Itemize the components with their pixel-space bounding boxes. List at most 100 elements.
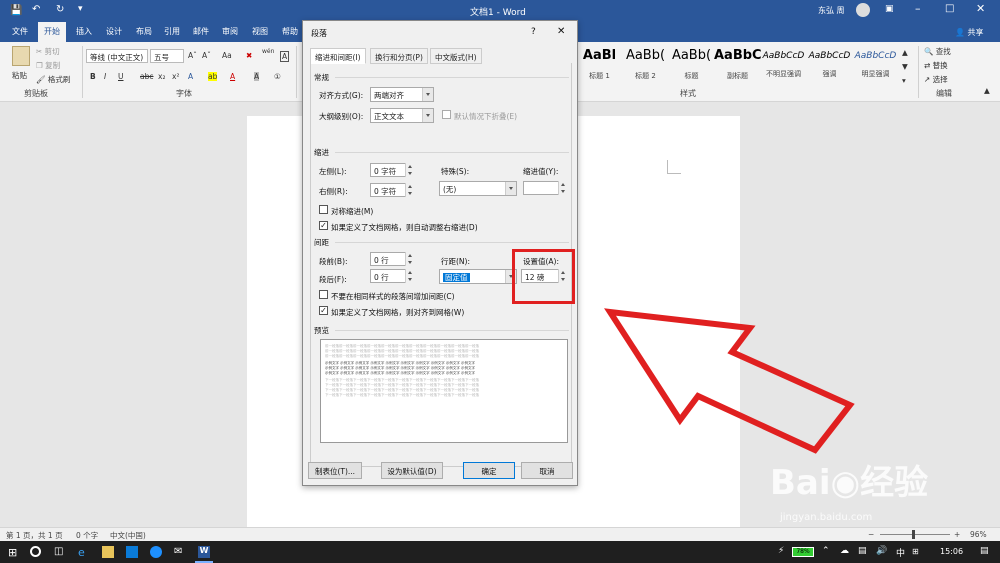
user-name[interactable]: 东弘 周 — [818, 5, 845, 16]
zoom-slider[interactable] — [880, 534, 950, 535]
grow-font-icon[interactable]: Aˆ — [188, 51, 197, 60]
tab-asian-typography[interactable]: 中文版式(H) — [430, 48, 482, 64]
spacing-after-spinner[interactable] — [405, 269, 414, 283]
outline-level-select[interactable]: 正文文本 — [370, 108, 434, 123]
tray-expand-icon[interactable]: ⌃ — [822, 546, 830, 556]
font-color-icon[interactable]: A — [230, 72, 235, 81]
phonetic-guide-button[interactable]: wén — [262, 48, 274, 55]
gallery-scroll-up-icon[interactable]: ▲ — [902, 48, 908, 57]
start-icon[interactable]: ⊞ — [8, 546, 20, 559]
ime-indicator[interactable]: 中 — [896, 546, 905, 559]
shrink-font-icon[interactable]: Aˇ — [202, 51, 211, 60]
volume-icon[interactable]: 🔊 — [876, 546, 887, 556]
style-heading2[interactable]: AaBb(标题 2 — [622, 48, 669, 86]
cancel-button[interactable]: 取消 — [521, 462, 573, 479]
style-subtitle[interactable]: AaBbC 副标题 — [714, 48, 761, 86]
tab-mailings[interactable]: 邮件 — [193, 26, 209, 37]
undo-icon[interactable]: ↶ — [32, 4, 40, 15]
dialog-close-icon[interactable]: ✕ — [557, 26, 565, 37]
indent-left-spinner[interactable] — [405, 163, 414, 177]
power-plug-icon[interactable]: ⚡ — [778, 546, 784, 556]
spacing-before-spinner[interactable] — [405, 252, 414, 266]
text-effects-icon[interactable]: A — [188, 72, 193, 81]
collapse-ribbon-icon[interactable]: ▲ — [984, 86, 990, 95]
file-explorer-icon[interactable] — [102, 546, 114, 558]
paste-button[interactable]: 粘贴 — [12, 70, 27, 81]
help-button[interactable]: ? — [531, 27, 536, 37]
indent-right-spinner[interactable] — [405, 183, 414, 197]
mirror-indents-checkbox[interactable] — [319, 205, 328, 214]
bold-button[interactable]: B — [90, 72, 96, 81]
snap-to-grid-checkbox[interactable]: ✓ — [319, 306, 328, 315]
no-space-same-style-checkbox[interactable] — [319, 290, 328, 299]
tab-view[interactable]: 视图 — [252, 26, 268, 37]
tab-review[interactable]: 审阅 — [222, 26, 238, 37]
gallery-more-icon[interactable]: ▾ — [902, 76, 906, 85]
subscript-button[interactable]: x₂ — [158, 72, 165, 81]
italic-button[interactable]: I — [104, 72, 106, 81]
change-case-button[interactable]: Aa — [222, 51, 232, 60]
paste-icon[interactable] — [12, 46, 30, 66]
tab-line-page-breaks[interactable]: 换行和分页(P) — [370, 48, 428, 64]
ok-button[interactable]: 确定 — [463, 462, 515, 479]
cloud-icon[interactable]: ☁ — [840, 546, 849, 556]
mail-icon[interactable]: ✉ — [174, 546, 186, 558]
copy-button[interactable]: ❐ 复制 — [36, 60, 60, 71]
select-button[interactable]: ↗ 选择 — [924, 74, 948, 85]
word-count[interactable]: 0 个字 — [76, 530, 98, 541]
edge-icon[interactable]: e — [78, 546, 90, 559]
strikethrough-button[interactable]: abc — [140, 72, 153, 81]
tab-file[interactable]: 文件 — [12, 26, 28, 37]
style-heading1[interactable]: AaBl 标题 1 — [576, 48, 623, 86]
save-icon[interactable]: 💾 — [10, 5, 22, 16]
clear-format-icon[interactable]: ✖ — [246, 51, 252, 60]
cut-button[interactable]: ✂ 剪切 — [36, 46, 60, 57]
char-border-button[interactable]: A — [280, 51, 290, 62]
tab-design[interactable]: 设计 — [106, 26, 122, 37]
quick-access-dropdown-icon[interactable]: ▾ — [78, 4, 83, 14]
set-default-button[interactable]: 设为默认值(D) — [381, 462, 443, 479]
tab-indents-spacing[interactable]: 缩进和间距(I) — [310, 48, 366, 64]
zoom-level[interactable]: 96% — [970, 530, 987, 539]
redo-icon[interactable]: ↻ — [56, 4, 64, 15]
gallery-scroll-down-icon[interactable]: ▼ — [902, 62, 908, 71]
language[interactable]: 中文(中国) — [110, 530, 146, 541]
zoom-slider-handle[interactable] — [912, 530, 915, 539]
task-view-icon[interactable]: ◫ — [54, 546, 66, 558]
enclose-char-icon[interactable]: ① — [274, 72, 281, 81]
minimize-icon[interactable]: – — [915, 2, 921, 15]
tab-layout[interactable]: 布局 — [136, 26, 152, 37]
tab-help[interactable]: 帮助 — [282, 26, 298, 37]
close-icon[interactable]: ✕ — [976, 2, 985, 15]
tab-insert[interactable]: 插入 — [76, 26, 92, 37]
style-title[interactable]: AaBb(标题 — [668, 48, 715, 86]
page-count[interactable]: 第 1 页，共 1 页 — [6, 530, 63, 541]
superscript-button[interactable]: x² — [172, 72, 179, 81]
char-shading-icon[interactable]: A — [254, 72, 260, 81]
special-select[interactable]: (无) — [439, 181, 517, 196]
zoom-out-icon[interactable]: − — [868, 530, 874, 539]
tab-references[interactable]: 引用 — [164, 26, 180, 37]
font-name-select[interactable]: 等线 (中文正文) — [86, 49, 148, 63]
maximize-icon[interactable]: □ — [945, 3, 954, 14]
style-emphasis[interactable]: AaBbCcD 强调 — [806, 48, 853, 86]
store-icon[interactable] — [126, 546, 138, 558]
zoom-in-icon[interactable]: + — [954, 530, 960, 539]
alignment-select[interactable]: 两端对齐 — [370, 87, 434, 102]
line-spacing-select[interactable]: 固定值 — [439, 269, 517, 284]
highlight-icon[interactable]: ab — [208, 72, 218, 81]
indent-by-spinner[interactable] — [558, 181, 567, 195]
keyboard-icon[interactable]: ⊞ — [912, 547, 919, 556]
style-subtle-emphasis[interactable]: AaBbCcD 不明显强调 — [760, 48, 807, 86]
clock[interactable]: 15:06 — [940, 547, 963, 556]
find-button[interactable]: 🔍 查找 — [924, 46, 951, 57]
style-intense-emphasis[interactable]: AaBbCcD 明显强调 — [852, 48, 899, 86]
cortana-icon[interactable] — [30, 546, 41, 557]
auto-adjust-indent-checkbox[interactable]: ✓ — [319, 221, 328, 230]
tabs-button[interactable]: 制表位(T)... — [308, 462, 362, 479]
word-taskbar-icon[interactable]: W — [198, 546, 210, 558]
underline-button[interactable]: U — [118, 72, 124, 81]
share-button[interactable]: 👤 共享 — [955, 27, 984, 38]
notification-icon[interactable]: ▤ — [980, 546, 989, 556]
ribbon-display-icon[interactable]: ▣ — [885, 4, 894, 14]
